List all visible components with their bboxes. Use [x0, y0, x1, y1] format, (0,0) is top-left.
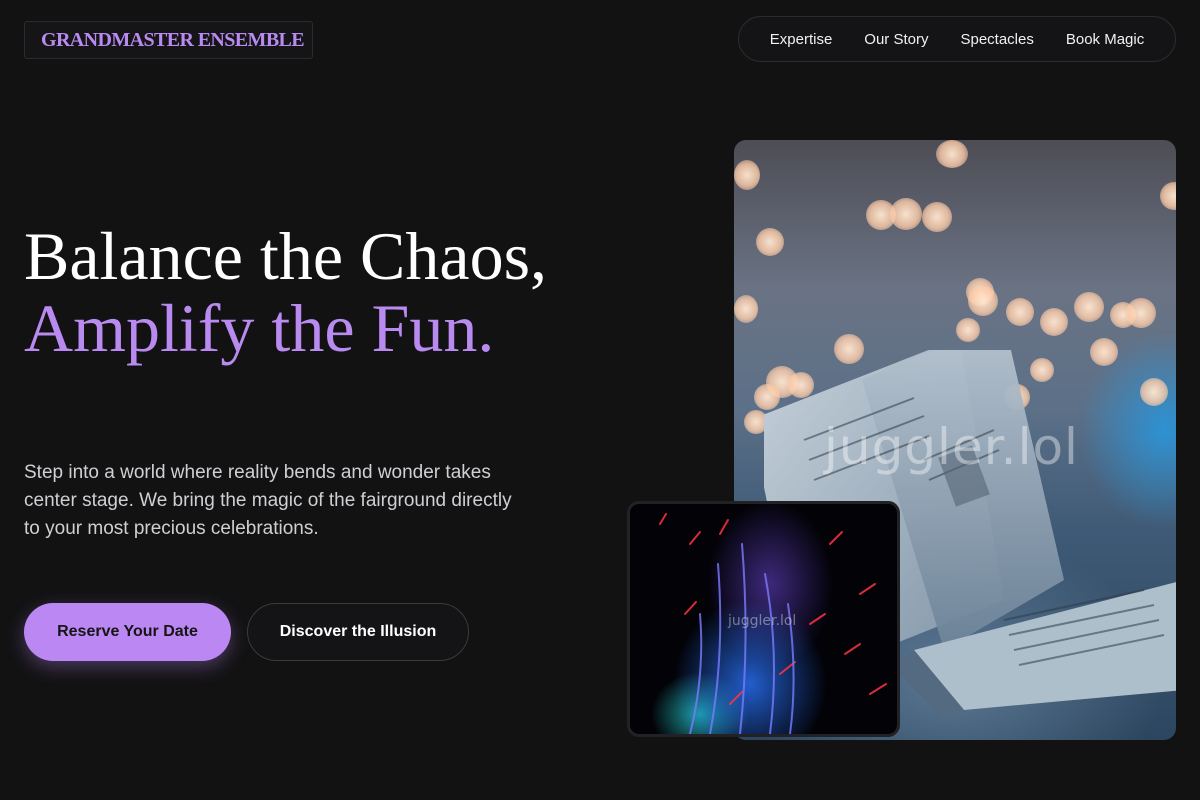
bokeh-light [734, 160, 760, 190]
bokeh-light [956, 318, 980, 342]
nav-link-book-magic[interactable]: Book Magic [1066, 31, 1144, 48]
bokeh-light [890, 198, 922, 230]
inset-photo-watermark: juggler.lol [728, 613, 797, 629]
bokeh-light [756, 228, 784, 256]
brand-logo[interactable]: GRANDMASTER ENSEMBLE [24, 21, 313, 59]
nav-link-our-story[interactable]: Our Story [864, 31, 928, 48]
hero-headline-accent: Amplify the Fun. [24, 290, 495, 366]
inset-photo-fire-sparks: juggler.lol [627, 501, 900, 737]
bokeh-light [734, 295, 758, 323]
hero-headline-main: Balance the Chaos, [24, 218, 548, 294]
bokeh-light [1074, 292, 1104, 322]
bokeh-light [1160, 182, 1176, 210]
main-nav: Expertise Our Story Spectacles Book Magi… [738, 16, 1176, 62]
hero-headline: Balance the Chaos, Amplify the Fun. [24, 220, 644, 364]
bokeh-light [1006, 298, 1034, 326]
reserve-date-button[interactable]: Reserve Your Date [24, 603, 231, 661]
hero-description: Step into a world where reality bends an… [24, 462, 512, 539]
bokeh-light [936, 140, 968, 168]
photo-watermark: juggler.lol [824, 418, 1079, 476]
discover-illusion-button[interactable]: Discover the Illusion [247, 603, 469, 661]
nav-link-spectacles[interactable]: Spectacles [960, 31, 1033, 48]
nav-link-expertise[interactable]: Expertise [770, 31, 833, 48]
bokeh-light [1040, 308, 1068, 336]
bokeh-light [968, 286, 998, 316]
landing-page: GRANDMASTER ENSEMBLE Expertise Our Story… [0, 0, 1200, 800]
bokeh-light [1126, 298, 1156, 328]
bokeh-light [922, 202, 952, 232]
